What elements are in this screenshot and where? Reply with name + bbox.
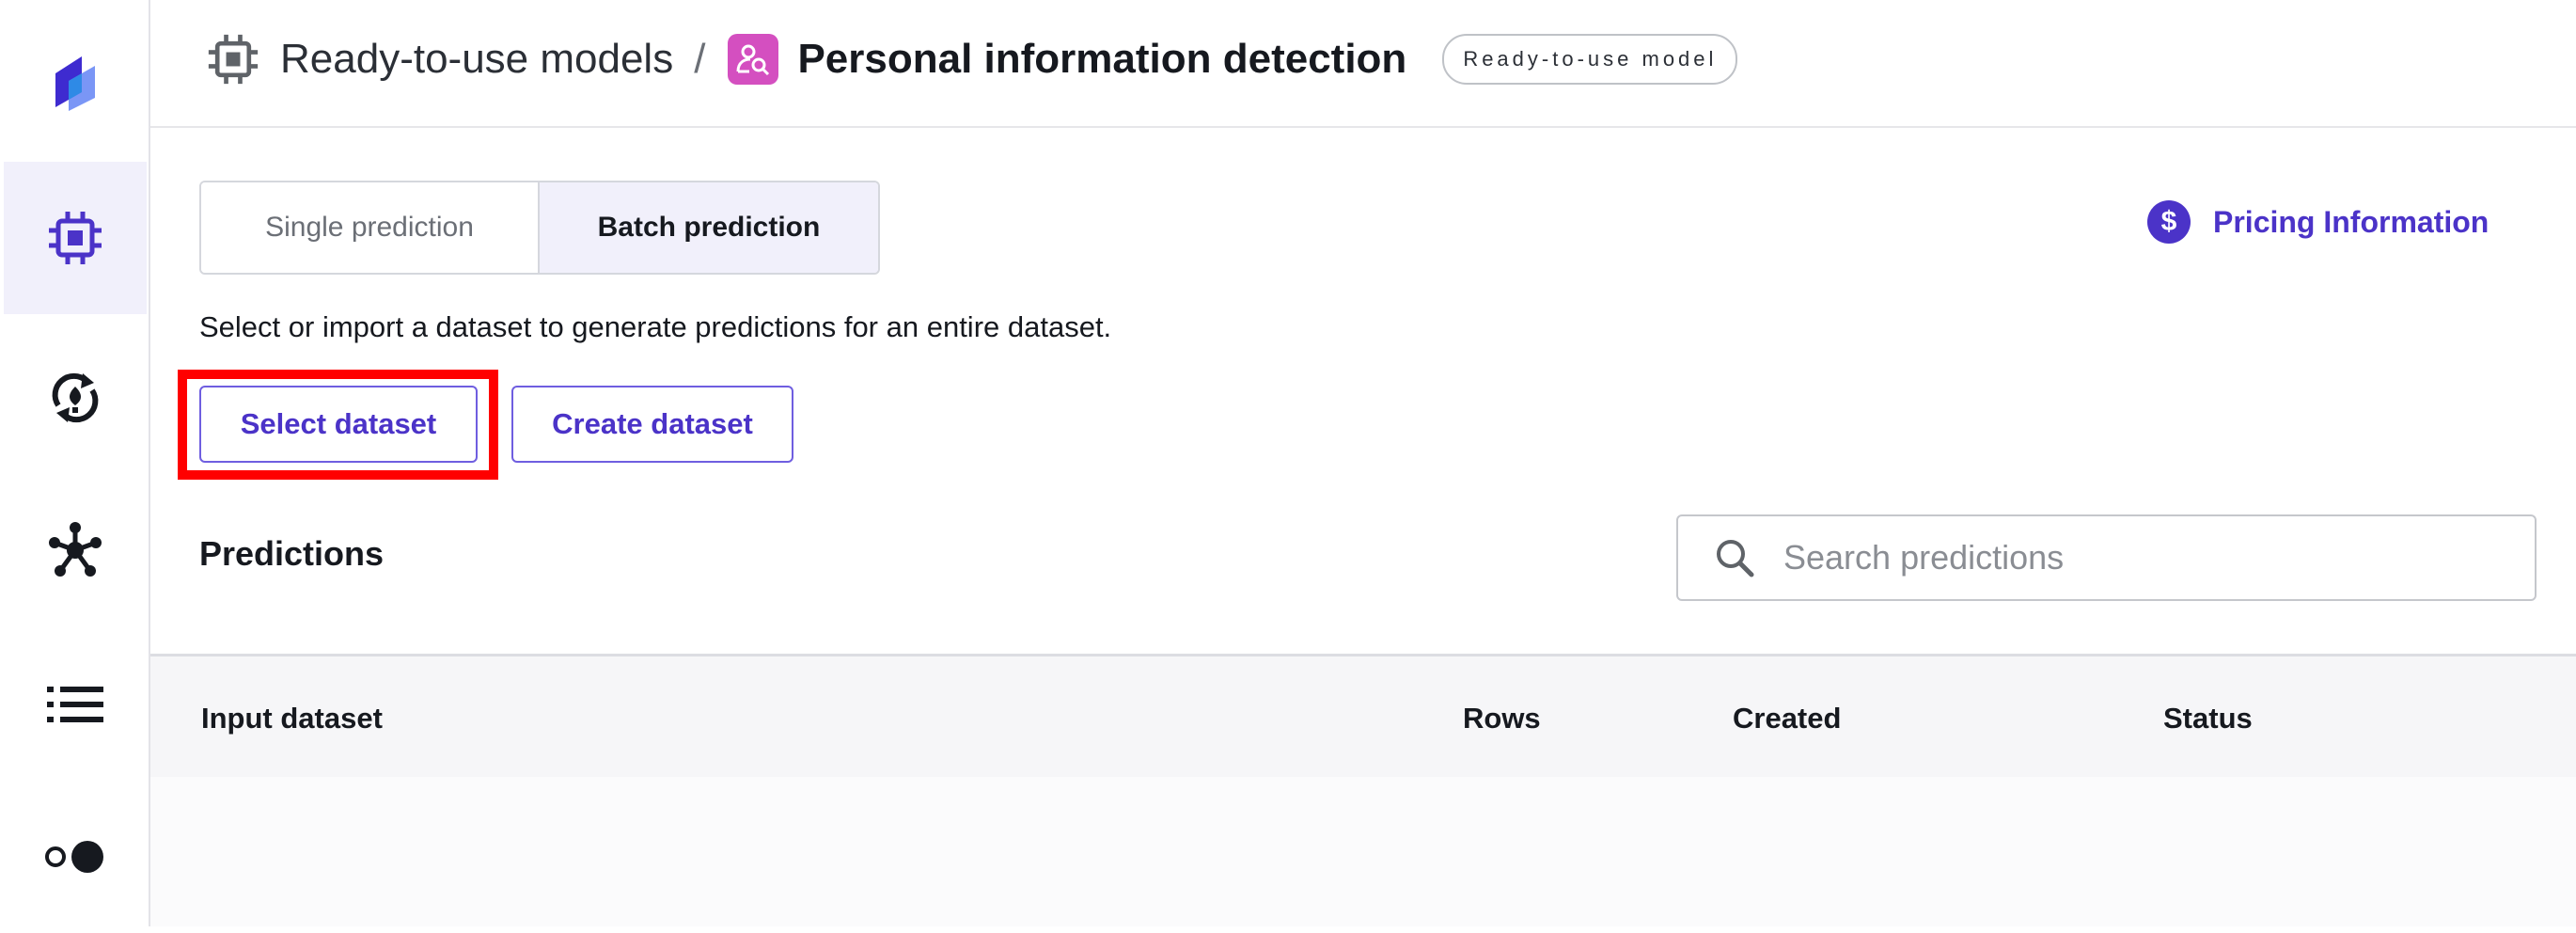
create-dataset-button[interactable]: Create dataset [511,386,793,463]
column-input-dataset[interactable]: Input dataset [201,702,383,735]
column-rows[interactable]: Rows [1463,702,1541,735]
page-title: Personal information detection [797,36,1407,82]
column-created[interactable]: Created [1733,702,1841,735]
predictions-table-header: Input dataset Rows Created Status [150,654,2576,780]
breadcrumb: Ready-to-use models / Personal informati… [207,26,1738,92]
breadcrumb-parent-link[interactable]: Ready-to-use models [280,36,673,83]
sidebar-item-my-models[interactable] [4,322,147,474]
network-nodes-icon [49,522,102,577]
sidebar-item-datasets[interactable] [4,474,147,626]
chip-icon [49,212,102,264]
pricing-information-label: Pricing Information [2213,204,2490,239]
tab-batch-prediction[interactable]: Batch prediction [538,182,878,273]
header: Ready-to-use models / Personal informati… [150,0,2576,128]
column-status[interactable]: Status [2163,702,2253,735]
pricing-information-link[interactable]: $ Pricing Information [2147,194,2489,250]
prediction-mode-tabs: Single prediction Batch prediction [199,181,880,275]
tab-single-prediction[interactable]: Single prediction [201,182,538,273]
canvas-logo-icon [55,56,95,111]
sidebar [0,0,150,926]
sidebar-item-ready-to-use-models[interactable] [4,162,147,314]
sidebar-item-settings[interactable] [4,781,147,933]
list-icon [47,687,103,722]
dollar-icon: $ [2147,200,2191,244]
search-box [1676,514,2537,601]
search-icon [1714,537,1755,578]
refresh-bulb-icon [52,372,99,423]
predictions-table-body [150,777,2576,926]
search-predictions-input[interactable] [1782,537,2519,578]
breadcrumb-separator: / [694,36,706,82]
select-dataset-button[interactable]: Select dataset [199,386,478,463]
toggle-dots-icon [45,841,103,873]
sidebar-item-home[interactable] [4,6,147,158]
chip-icon [208,34,259,85]
predictions-heading: Predictions [199,534,385,573]
model-type-badge: Ready-to-use model [1442,34,1738,85]
sidebar-item-jobs[interactable] [4,628,147,781]
batch-description: Select or import a dataset to generate p… [199,310,1112,343]
person-search-icon [728,34,779,85]
